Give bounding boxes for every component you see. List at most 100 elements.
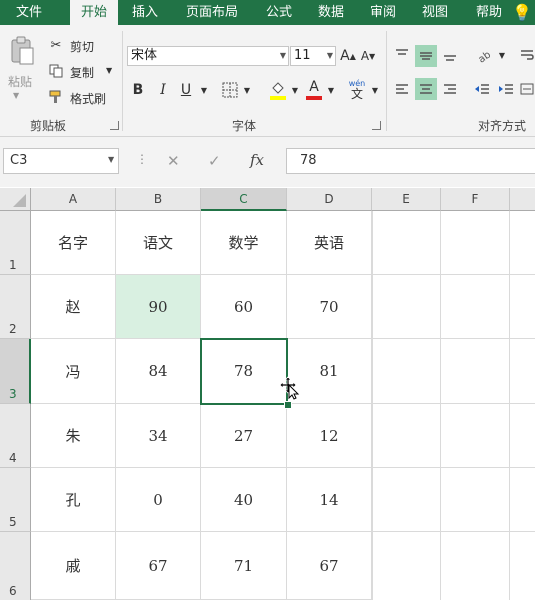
format-painter-button[interactable]: 格式刷	[70, 90, 106, 107]
phonetic-dropdown-icon[interactable]: ▼	[370, 83, 380, 97]
cell-a4[interactable]: 朱	[31, 404, 116, 468]
tab-home[interactable]: 开始	[70, 0, 118, 25]
formula-value: 78	[300, 153, 317, 168]
row-header-3[interactable]: 3	[0, 339, 31, 404]
align-bottom-icon[interactable]	[441, 45, 459, 65]
fill-color-icon[interactable]	[268, 79, 288, 101]
column-header-d[interactable]: D	[287, 188, 372, 211]
cell-b5[interactable]: 0	[116, 468, 201, 532]
cell-c6[interactable]: 71	[201, 532, 287, 600]
insert-function-button[interactable]: fx	[250, 151, 264, 169]
drag-handle-icon[interactable]: ⋮	[136, 152, 148, 166]
cell-d2[interactable]: 70	[287, 275, 372, 339]
align-left-icon[interactable]	[393, 79, 411, 99]
border-dropdown-icon[interactable]: ▼	[242, 83, 252, 97]
cell-c5[interactable]: 40	[201, 468, 287, 532]
confirm-entry-button[interactable]: ✓	[208, 152, 221, 170]
copy-button[interactable]: 复制	[70, 64, 94, 81]
gridline	[372, 274, 535, 275]
orientation-dropdown-icon[interactable]: ▼	[497, 48, 507, 62]
svg-text:ab: ab	[477, 49, 492, 63]
cell-d6[interactable]: 67	[287, 532, 372, 600]
cell-b2[interactable]: 90	[116, 275, 201, 339]
align-right-icon[interactable]	[441, 79, 459, 99]
column-header-g[interactable]	[510, 188, 535, 211]
cell-c4[interactable]: 27	[201, 404, 287, 468]
cell-b4[interactable]: 34	[116, 404, 201, 468]
tab-page-layout[interactable]: 页面布局	[176, 0, 248, 25]
cell-d1[interactable]: 英语	[287, 211, 372, 275]
formula-input[interactable]: 78	[286, 148, 535, 174]
tab-help[interactable]: 帮助	[468, 0, 510, 25]
orientation-icon[interactable]: ab	[474, 45, 494, 65]
border-icon[interactable]	[221, 81, 239, 99]
column-header-e[interactable]: E	[372, 188, 441, 211]
cell-a2[interactable]: 赵	[31, 275, 116, 339]
decrease-font-size-icon[interactable]: A ▼	[360, 46, 376, 66]
tab-data[interactable]: 数据	[310, 0, 352, 25]
chevron-down-icon[interactable]: ▼	[280, 47, 286, 65]
underline-dropdown-icon[interactable]: ▼	[199, 83, 209, 97]
row-header-4[interactable]: 4	[0, 404, 31, 468]
row-header-5[interactable]: 5	[0, 468, 31, 532]
copy-dropdown-icon[interactable]: ▼	[106, 66, 112, 75]
tab-insert[interactable]: 插入	[124, 0, 166, 25]
cell-a6[interactable]: 戚	[31, 532, 116, 600]
font-dialog-launcher[interactable]	[372, 121, 381, 130]
fill-color-dropdown-icon[interactable]: ▼	[290, 83, 300, 97]
cell-c1[interactable]: 数学	[201, 211, 287, 275]
cancel-entry-button[interactable]: ✕	[167, 152, 180, 170]
bold-button[interactable]: B	[131, 81, 145, 99]
cell-b1[interactable]: 语文	[116, 211, 201, 275]
cut-button[interactable]: 剪切	[70, 38, 94, 55]
cell-b6[interactable]: 67	[116, 532, 201, 600]
cell-a5[interactable]: 孔	[31, 468, 116, 532]
tab-file[interactable]: 文件	[0, 0, 58, 25]
tab-review[interactable]: 审阅	[362, 0, 404, 25]
gridline	[440, 211, 441, 600]
align-middle-icon[interactable]	[415, 45, 437, 67]
cell-d4[interactable]: 12	[287, 404, 372, 468]
font-color-dropdown-icon[interactable]: ▼	[326, 83, 336, 97]
paste-button[interactable]: 粘贴	[8, 73, 32, 90]
font-color-icon[interactable]: A	[304, 79, 324, 101]
italic-button[interactable]: I	[156, 81, 170, 99]
chevron-down-icon[interactable]: ▼	[327, 47, 333, 65]
underline-button[interactable]: U	[179, 81, 193, 99]
cell-d5[interactable]: 14	[287, 468, 372, 532]
row-header-2[interactable]: 2	[0, 275, 31, 339]
align-center-icon[interactable]	[415, 78, 437, 100]
column-header-a[interactable]: A	[31, 188, 116, 211]
cell-a1[interactable]: 名字	[31, 211, 116, 275]
row-header-6[interactable]: 6	[0, 532, 31, 600]
gridline	[372, 338, 535, 339]
name-box[interactable]: C3	[3, 148, 119, 174]
paste-icon[interactable]	[8, 35, 36, 67]
increase-indent-icon[interactable]	[496, 79, 516, 99]
merge-center-icon[interactable]	[519, 79, 535, 99]
gridline	[372, 211, 373, 600]
cell-b3[interactable]: 84	[116, 339, 201, 404]
fill-handle[interactable]	[284, 401, 292, 409]
row-header-1[interactable]: 1	[0, 211, 31, 275]
lightbulb-icon[interactable]: 💡	[512, 0, 532, 25]
select-all-button[interactable]	[0, 188, 31, 211]
column-header-f[interactable]: F	[441, 188, 510, 211]
tab-view[interactable]: 视图	[414, 0, 456, 25]
group-separator	[122, 31, 123, 131]
name-box-dropdown-icon[interactable]: ▼	[108, 155, 114, 164]
tab-formulas[interactable]: 公式	[258, 0, 300, 25]
decrease-indent-icon[interactable]	[472, 79, 492, 99]
column-header-c[interactable]: C	[201, 188, 287, 211]
phonetic-guide-icon[interactable]: wén 文	[346, 77, 368, 101]
cell-c2[interactable]: 60	[201, 275, 287, 339]
font-name-combo[interactable]: 宋体 ▼	[127, 46, 289, 66]
column-header-b[interactable]: B	[116, 188, 201, 211]
cell-a3[interactable]: 冯	[31, 339, 116, 404]
clipboard-dialog-launcher[interactable]	[110, 121, 119, 130]
increase-font-size-icon[interactable]: A ▲	[340, 46, 356, 66]
wrap-text-icon[interactable]	[518, 45, 535, 65]
align-top-icon[interactable]	[393, 45, 411, 65]
font-size-combo[interactable]: 11 ▼	[290, 46, 336, 66]
paste-dropdown-icon[interactable]: ▼	[13, 91, 19, 100]
